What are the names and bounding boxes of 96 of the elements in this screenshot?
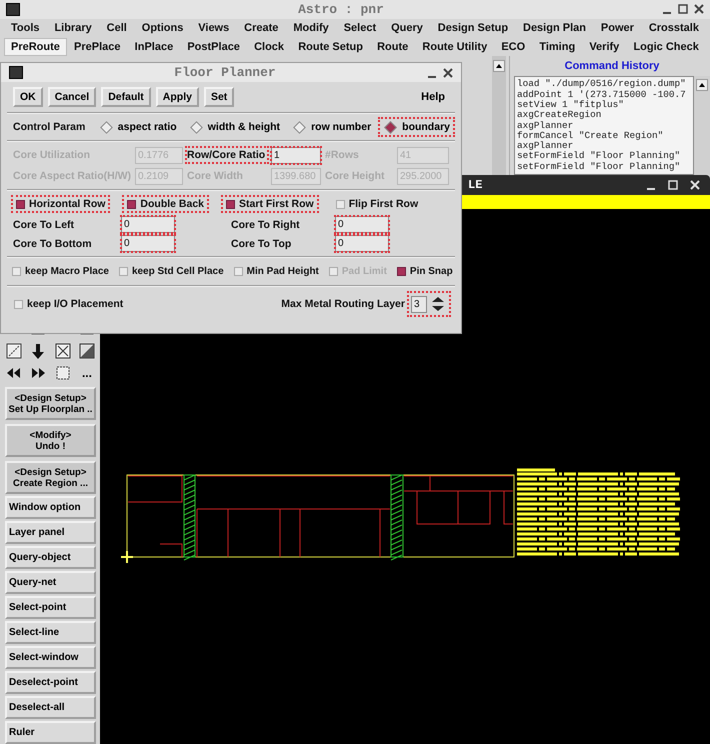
scroll-up-icon[interactable] bbox=[493, 60, 505, 72]
tool-button[interactable]: Ruler bbox=[5, 721, 96, 744]
menu-item[interactable]: Tools bbox=[4, 19, 47, 38]
menu-item[interactable]: ECO bbox=[494, 38, 532, 56]
history-line: axgCreateRegion bbox=[517, 110, 602, 121]
history-line: load "./dump/0516/region.dump" bbox=[517, 79, 687, 90]
dialog-button[interactable]: Cancel bbox=[48, 87, 96, 107]
close-icon[interactable] bbox=[443, 68, 453, 78]
radio-option[interactable]: aspect ratio bbox=[94, 117, 182, 137]
history-line: setView 1 "fitplus" bbox=[517, 100, 624, 110]
menu-item[interactable]: Route Setup bbox=[291, 38, 370, 56]
window-menu-icon[interactable] bbox=[6, 2, 20, 16]
menu-item[interactable]: Crosstalk bbox=[642, 19, 706, 38]
menu-item[interactable]: Design Plan bbox=[516, 19, 593, 38]
checkbox[interactable]: Start First Row bbox=[221, 195, 319, 213]
checkbox[interactable]: Pin Snap bbox=[392, 263, 458, 280]
field-label: Core To Right bbox=[231, 218, 301, 230]
radio-option[interactable]: boundary bbox=[378, 117, 455, 137]
checkbox[interactable]: keep Std Cell Place bbox=[114, 263, 229, 280]
scrollbar[interactable] bbox=[694, 76, 710, 176]
input-field[interactable]: 0 bbox=[121, 235, 175, 252]
menu-item[interactable]: PostPlace bbox=[180, 38, 247, 56]
help-button[interactable]: Help bbox=[415, 90, 451, 104]
command-button[interactable]: <Modify> Undo ! bbox=[5, 424, 96, 458]
menu-item[interactable]: Query bbox=[384, 19, 430, 38]
edit-icon[interactable] bbox=[5, 342, 23, 360]
window-title: Astro : pnr bbox=[297, 2, 385, 17]
input-field[interactable]: 1 bbox=[271, 146, 321, 164]
menu-item[interactable]: PreRoute bbox=[4, 38, 67, 56]
dialog-title: Floor Planner bbox=[173, 65, 277, 80]
field-label: Row/Core Ratio bbox=[185, 146, 269, 164]
menu-item[interactable]: Library bbox=[47, 19, 99, 38]
crossed-box-icon[interactable] bbox=[54, 342, 72, 360]
checkbox[interactable]: keep I/O Placement bbox=[9, 295, 128, 313]
menu-item[interactable]: Options bbox=[134, 19, 190, 38]
panel-title: Command History bbox=[564, 60, 660, 72]
tool-button[interactable]: Deselect-point bbox=[5, 671, 96, 694]
history-line: setFormField "Floor Planning" bbox=[517, 162, 682, 172]
history-line: axgPlanner bbox=[517, 141, 574, 152]
input-field[interactable]: 3 bbox=[411, 296, 427, 312]
tool-button[interactable]: Layer panel bbox=[5, 521, 96, 544]
field-label: Core To Left bbox=[13, 218, 76, 230]
menu-item[interactable]: Select bbox=[336, 19, 384, 38]
menu-item[interactable]: Cell bbox=[100, 19, 134, 38]
menu-item[interactable]: Route Utility bbox=[415, 38, 494, 56]
dialog-button[interactable]: OK bbox=[13, 87, 43, 107]
tool-button[interactable]: Select-point bbox=[5, 596, 96, 620]
menu-item[interactable]: Views bbox=[191, 19, 236, 38]
menu-item[interactable]: Create bbox=[237, 19, 286, 38]
field-label: Max Metal Routing Layer bbox=[281, 298, 405, 310]
radio-option[interactable]: row number bbox=[287, 117, 376, 137]
menu-item[interactable]: Clock bbox=[247, 38, 292, 56]
tool-button[interactable]: Query-object bbox=[5, 546, 96, 570]
menu-item[interactable]: PrePlace bbox=[67, 38, 128, 56]
tool-button[interactable]: Window option bbox=[5, 496, 96, 520]
menu-item[interactable]: Timing bbox=[532, 38, 582, 56]
menu-item[interactable]: Route bbox=[370, 38, 416, 56]
dialog-button[interactable]: Default bbox=[101, 87, 151, 107]
checkbox[interactable]: Flip First Row bbox=[330, 195, 424, 213]
menu-item[interactable]: InPlace bbox=[128, 38, 180, 56]
history-line: axgPlanner bbox=[517, 120, 574, 131]
dialog-button[interactable]: Set bbox=[204, 87, 234, 107]
checkbox[interactable]: Min Pad Height bbox=[228, 263, 324, 280]
history-line: setFormField "Floor Planning" bbox=[517, 151, 682, 162]
tool-button[interactable]: Deselect-all bbox=[5, 696, 96, 720]
maximize-icon[interactable] bbox=[678, 4, 688, 14]
scroll-up-icon[interactable] bbox=[696, 79, 708, 92]
menu-item[interactable]: Modify bbox=[286, 19, 336, 38]
checkbox[interactable]: Horizontal Row bbox=[11, 195, 110, 213]
window-title: LE bbox=[468, 178, 484, 192]
command-button[interactable]: <Design Setup> Set Up Floorplan .. bbox=[5, 387, 96, 420]
input-field[interactable]: 0 bbox=[121, 216, 175, 233]
menu-item[interactable]: Power bbox=[594, 19, 641, 38]
history-line: formCancel "Create Region" bbox=[517, 130, 664, 141]
more-button[interactable]: ... bbox=[78, 366, 96, 380]
tool-button[interactable]: Select-line bbox=[5, 621, 96, 644]
spin-box[interactable]: 3 bbox=[407, 291, 451, 317]
command-button[interactable]: <Design Setup> Create Region ... bbox=[5, 461, 96, 494]
radio-option[interactable]: width & height bbox=[184, 117, 286, 137]
hatched-box-icon[interactable] bbox=[78, 342, 96, 360]
field-label: Control Param bbox=[13, 121, 86, 133]
field-label: Core To Bottom bbox=[13, 238, 93, 250]
history-line: addPoint 1 '(273.715000 -100.7 bbox=[517, 90, 687, 100]
field-label: Core To Top bbox=[231, 238, 292, 250]
menu-item[interactable]: Design Setup bbox=[430, 19, 516, 38]
scrollbar[interactable] bbox=[492, 56, 506, 176]
dialog-button[interactable]: Apply bbox=[156, 87, 199, 107]
menu-item[interactable]: Verify bbox=[582, 38, 626, 56]
tool-button[interactable]: Select-window bbox=[5, 646, 96, 670]
tool-button[interactable]: Query-net bbox=[5, 571, 96, 594]
close-icon[interactable] bbox=[694, 4, 704, 14]
checkbox[interactable]: keep Macro Place bbox=[7, 263, 114, 280]
menu-item[interactable]: Logic Check bbox=[626, 38, 706, 56]
checkbox[interactable]: Double Back bbox=[122, 195, 210, 213]
input-field[interactable]: 0 bbox=[335, 216, 389, 233]
input-field[interactable]: 0 bbox=[335, 235, 389, 252]
